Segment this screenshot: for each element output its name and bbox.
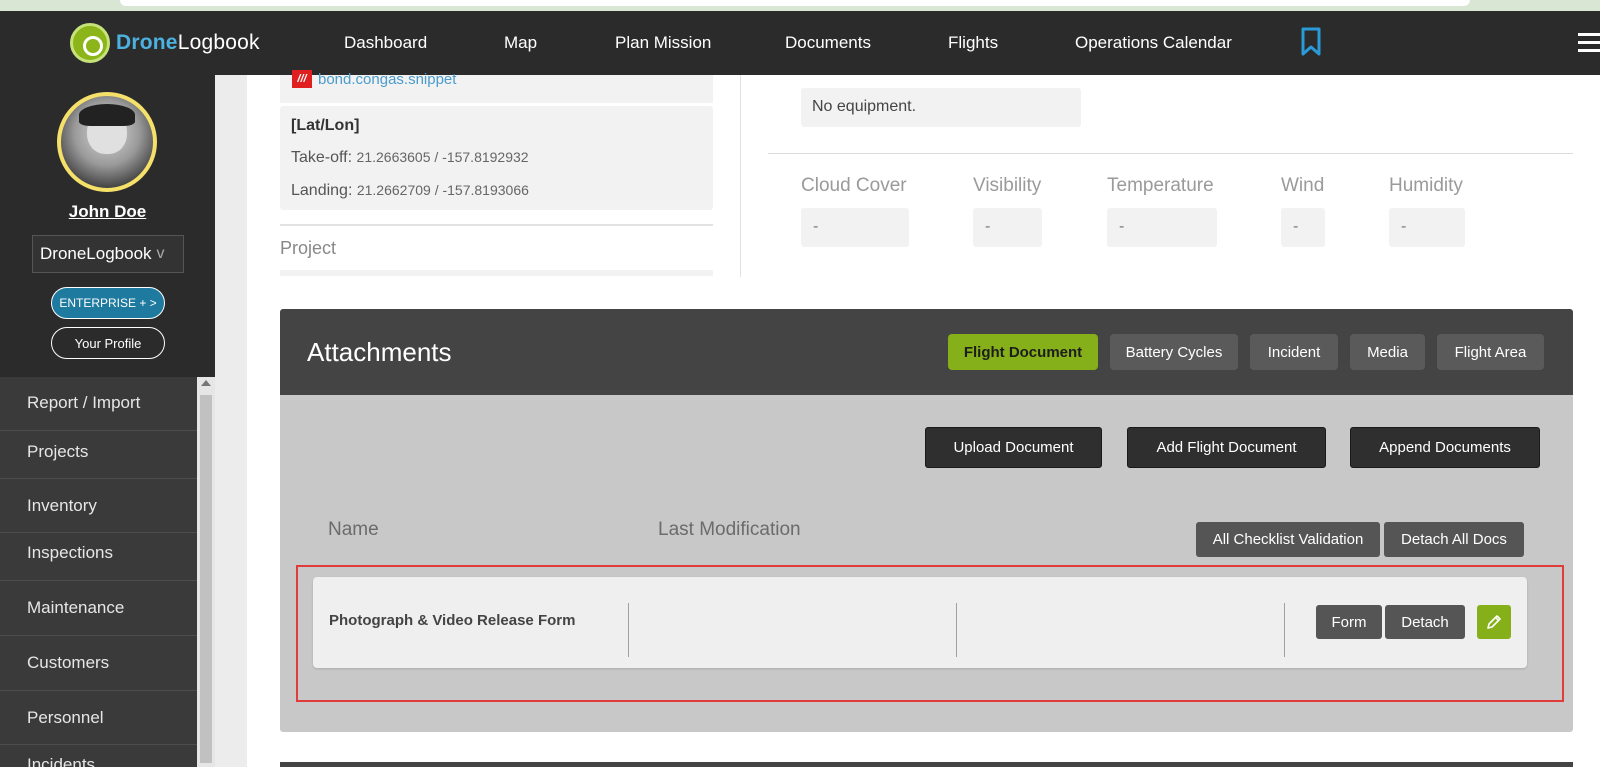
edit-button[interactable] xyxy=(1477,605,1511,639)
detach-all-docs-button[interactable]: Detach All Docs xyxy=(1384,522,1524,557)
cloud-cover-value: - xyxy=(801,208,909,247)
landing-value: 21.2662709 / -157.8193066 xyxy=(356,182,529,198)
divider xyxy=(280,224,713,226)
chevron-down-icon: v xyxy=(156,245,165,262)
cloud-cover-label: Cloud Cover xyxy=(801,175,907,196)
nav-operations-calendar[interactable]: Operations Calendar xyxy=(1075,33,1232,53)
column-separator xyxy=(1284,603,1285,657)
landing-row: Landing: 21.2662709 / -157.8193066 xyxy=(291,182,529,200)
file-icon: /// xyxy=(292,70,312,88)
column-header-name[interactable]: Name xyxy=(328,519,379,541)
bookmark-icon[interactable] xyxy=(1300,27,1322,57)
nav-documents[interactable]: Documents xyxy=(785,33,871,53)
sidebar-item-incidents[interactable]: Incidents xyxy=(0,745,197,767)
takeoff-row: Take-off: 21.2663605 / -157.8192932 xyxy=(291,149,529,167)
avatar[interactable] xyxy=(57,92,157,192)
sidebar-item-customers[interactable]: Customers xyxy=(0,636,197,691)
humidity-value: - xyxy=(1389,208,1465,247)
tab-flight-area[interactable]: Flight Area xyxy=(1437,334,1544,370)
tab-flight-document[interactable]: Flight Document xyxy=(948,334,1098,370)
hamburger-menu-icon[interactable] xyxy=(1578,33,1600,53)
latlon-card: [Lat/Lon] Take-off: 21.2663605 / -157.81… xyxy=(280,106,713,210)
project-label: Project xyxy=(280,238,337,258)
sidebar-item-inventory[interactable]: Inventory xyxy=(0,479,197,533)
browser-strip xyxy=(0,0,1600,11)
wind-value: - xyxy=(1281,208,1325,247)
equipment-value: No equipment. xyxy=(801,88,1081,127)
detach-button[interactable]: Detach xyxy=(1385,605,1465,639)
add-flight-document-button[interactable]: Add Flight Document xyxy=(1127,427,1326,468)
org-select-value: DroneLogbook xyxy=(40,244,152,263)
append-documents-button[interactable]: Append Documents xyxy=(1350,427,1540,468)
scrollbar-thumb[interactable] xyxy=(200,395,212,763)
top-navbar: DroneLogbook Dashboard Map Plan Mission … xyxy=(0,11,1600,75)
enterprise-button[interactable]: ENTERPRISE + > xyxy=(51,287,165,319)
temperature-label: Temperature xyxy=(1107,175,1214,196)
user-name[interactable]: John Doe xyxy=(0,202,215,222)
landing-label: Landing: xyxy=(291,182,353,199)
attachments-title: Attachments xyxy=(307,337,452,367)
column-separator xyxy=(956,603,957,657)
takeoff-value: 21.2663605 / -157.8192932 xyxy=(356,149,529,165)
nav-flights[interactable]: Flights xyxy=(948,33,998,53)
sidebar-item-personnel[interactable]: Personnel xyxy=(0,691,197,745)
form-button[interactable]: Form xyxy=(1316,605,1382,639)
document-name[interactable]: Photograph & Video Release Form xyxy=(329,612,575,629)
file-name[interactable]: bond.congas.snippet xyxy=(318,71,456,88)
sidebar-menu: Report / Import Projects Inventory Inspe… xyxy=(0,377,197,767)
visibility-value: - xyxy=(973,208,1042,247)
all-checklist-validation-button[interactable]: All Checklist Validation xyxy=(1196,522,1380,557)
visibility-label: Visibility xyxy=(973,175,1042,196)
scroll-up-arrow-icon[interactable] xyxy=(201,380,211,386)
tab-battery-cycles[interactable]: Battery Cycles xyxy=(1110,334,1238,370)
sidebar-scrollbar[interactable] xyxy=(197,377,215,767)
logo-text: DroneLogbook xyxy=(116,31,260,54)
column-separator xyxy=(628,603,629,657)
nav-plan-mission[interactable]: Plan Mission xyxy=(615,33,711,53)
sidebar-item-report-import[interactable]: Report / Import xyxy=(0,377,197,431)
browser-address-bar xyxy=(120,0,1470,6)
sidebar-item-projects[interactable]: Projects xyxy=(0,431,197,479)
sidebar-item-maintenance[interactable]: Maintenance xyxy=(0,581,197,636)
latlon-title: [Lat/Lon] xyxy=(291,117,360,134)
tab-incident[interactable]: Incident xyxy=(1250,334,1338,370)
takeoff-label: Take-off: xyxy=(291,149,353,166)
column-divider xyxy=(740,75,741,277)
pencil-icon xyxy=(1487,615,1501,629)
file-link[interactable]: /// bond.congas.snippet xyxy=(292,70,456,88)
next-panel-edge xyxy=(280,762,1573,767)
tab-media[interactable]: Media xyxy=(1350,334,1425,370)
app-logo[interactable]: DroneLogbook xyxy=(70,23,260,63)
divider xyxy=(768,153,1573,154)
nav-map[interactable]: Map xyxy=(504,33,537,53)
drone-logo-icon xyxy=(70,23,110,63)
sidebar-item-inspections[interactable]: Inspections xyxy=(0,533,197,581)
org-select[interactable]: DroneLogbook v xyxy=(32,235,184,273)
humidity-label: Humidity xyxy=(1389,175,1463,196)
temperature-value: - xyxy=(1107,208,1217,247)
sidebar-profile: John Doe DroneLogbook v ENTERPRISE + > Y… xyxy=(0,75,215,377)
project-field[interactable] xyxy=(280,270,713,276)
attachments-header: Attachments Flight Document Battery Cycl… xyxy=(280,309,1573,395)
wind-label: Wind xyxy=(1281,175,1325,196)
your-profile-button[interactable]: Your Profile xyxy=(51,327,165,359)
column-header-last-modification[interactable]: Last Modification xyxy=(658,519,801,541)
nav-dashboard[interactable]: Dashboard xyxy=(344,33,427,53)
upload-document-button[interactable]: Upload Document xyxy=(925,427,1102,468)
table-row[interactable]: Photograph & Video Release Form Form Det… xyxy=(313,577,1527,668)
